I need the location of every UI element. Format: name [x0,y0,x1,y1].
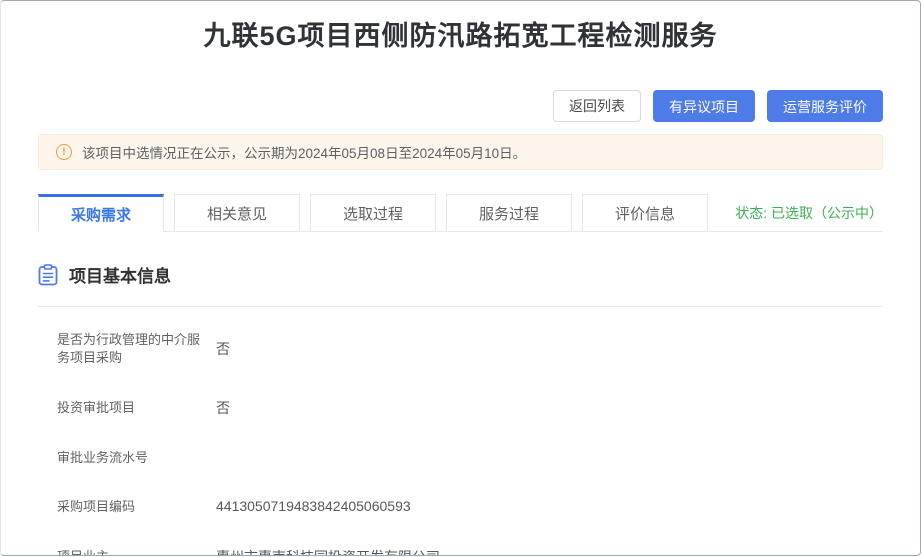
field-label: 是否为行政管理的中介服务项目采购 [57,331,203,367]
field-value: 4413050719483842405060593 [216,498,411,516]
tab-related-opinions[interactable]: 相关意见 [174,194,300,232]
field-row-procurement-project-code: 采购项目编码 4413050719483842405060593 [57,498,883,516]
field-label: 项目业主 [57,548,203,556]
notice-text: 该项目中选情况正在公示，公示期为2024年05月08日至2024年05月10日。 [82,142,526,162]
field-value: 惠州市惠南科技园投资开发有限公司 [216,547,440,556]
field-row-investment-approval: 投资审批项目 否 [57,398,883,418]
service-evaluation-button[interactable]: 运营服务评价 [767,90,883,122]
tab-selection-process[interactable]: 选取过程 [310,194,436,232]
clipboard-icon [38,264,58,286]
toolbar: 返回列表 有异议项目 运营服务评价 [38,90,883,122]
back-to-list-button[interactable]: 返回列表 [553,90,641,122]
tab-service-process[interactable]: 服务过程 [446,194,572,232]
tab-evaluation-info[interactable]: 评价信息 [582,194,708,232]
objection-project-button[interactable]: 有异议项目 [653,90,755,122]
page-title: 九联5G项目西侧防汛路拓宽工程检测服务 [1,14,920,53]
field-label: 采购项目编码 [57,498,203,516]
field-label: 审批业务流水号 [57,449,203,467]
public-notice-banner: ! 该项目中选情况正在公示，公示期为2024年05月08日至2024年05月10… [38,134,883,170]
status-badge: 状态: 已选取（公示中） [735,203,883,223]
warning-icon: ! [56,144,72,160]
section-header-basic-info: 项目基本信息 [38,262,883,307]
field-value: 否 [216,398,230,418]
field-label: 投资审批项目 [57,399,203,417]
basic-info-fields: 是否为行政管理的中介服务项目采购 否 投资审批项目 否 审批业务流水号 采购项目… [38,331,883,556]
project-detail-page: 九联5G项目西侧防汛路拓宽工程检测服务 返回列表 有异议项目 运营服务评价 ! … [0,0,921,556]
field-row-project-owner: 项目业主 惠州市惠南科技园投资开发有限公司 [57,547,883,556]
field-row-approval-serial-number: 审批业务流水号 [57,449,883,467]
field-value: 否 [216,339,230,359]
section-title: 项目基本信息 [69,262,171,287]
tab-bar: 采购需求 相关意见 选取过程 服务过程 评价信息 状态: 已选取（公示中） [38,194,883,232]
field-row-intermediary-service: 是否为行政管理的中介服务项目采购 否 [57,331,883,367]
tab-procurement-demand[interactable]: 采购需求 [38,194,164,232]
